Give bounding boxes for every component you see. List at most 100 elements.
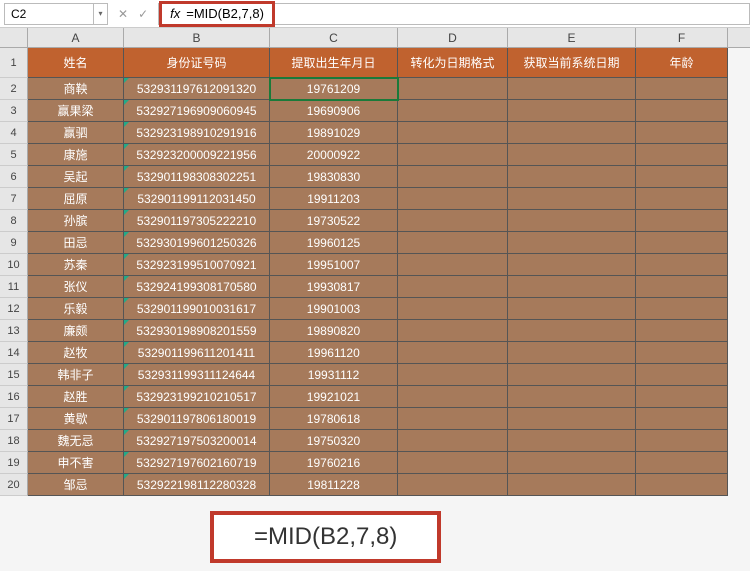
cell-empty[interactable] <box>398 474 508 496</box>
cell-id[interactable]: 532901199112031450 <box>124 188 270 210</box>
cell-empty[interactable] <box>398 100 508 122</box>
row-header[interactable]: 12 <box>0 298 28 320</box>
cell-empty[interactable] <box>636 342 728 364</box>
cell-id[interactable]: 532924199308170580 <box>124 276 270 298</box>
cell-empty[interactable] <box>508 232 636 254</box>
cell-birthdate[interactable]: 19690906 <box>270 100 398 122</box>
cell-empty[interactable] <box>398 166 508 188</box>
cell-empty[interactable] <box>508 364 636 386</box>
cell-name[interactable]: 魏无忌 <box>28 430 124 452</box>
cell-empty[interactable] <box>508 210 636 232</box>
cell-name[interactable]: 田忌 <box>28 232 124 254</box>
cell-empty[interactable] <box>636 210 728 232</box>
cell-empty[interactable] <box>508 276 636 298</box>
cell-id[interactable]: 532901198308302251 <box>124 166 270 188</box>
cell-empty[interactable] <box>398 254 508 276</box>
col-header-C[interactable]: C <box>270 28 398 47</box>
cell-name[interactable]: 申不害 <box>28 452 124 474</box>
cell-empty[interactable] <box>398 320 508 342</box>
cell-empty[interactable] <box>508 100 636 122</box>
cell-birthdate[interactable]: 19901003 <box>270 298 398 320</box>
table-header[interactable]: 年龄 <box>636 48 728 78</box>
cell-name[interactable]: 赵牧 <box>28 342 124 364</box>
row-header[interactable]: 19 <box>0 452 28 474</box>
cell-empty[interactable] <box>508 386 636 408</box>
table-header[interactable]: 姓名 <box>28 48 124 78</box>
row-header[interactable]: 18 <box>0 430 28 452</box>
cell-birthdate[interactable]: 19830830 <box>270 166 398 188</box>
cancel-icon[interactable]: ✕ <box>118 7 128 21</box>
cell-name[interactable]: 商鞅 <box>28 78 124 100</box>
cell-birthdate[interactable]: 19750320 <box>270 430 398 452</box>
cell-id[interactable]: 532923200009221956 <box>124 144 270 166</box>
cell-empty[interactable] <box>398 298 508 320</box>
cell-id[interactable]: 532927196909060945 <box>124 100 270 122</box>
cell-empty[interactable] <box>398 144 508 166</box>
row-header[interactable]: 10 <box>0 254 28 276</box>
cell-empty[interactable] <box>636 364 728 386</box>
row-header[interactable]: 6 <box>0 166 28 188</box>
cell-empty[interactable] <box>398 452 508 474</box>
cell-empty[interactable] <box>636 122 728 144</box>
cell-empty[interactable] <box>398 408 508 430</box>
row-header[interactable]: 8 <box>0 210 28 232</box>
cell-empty[interactable] <box>636 408 728 430</box>
cell-name[interactable]: 赢驷 <box>28 122 124 144</box>
cell-name[interactable]: 康施 <box>28 144 124 166</box>
cell-empty[interactable] <box>398 386 508 408</box>
row-header[interactable]: 15 <box>0 364 28 386</box>
cell-id[interactable]: 532931197612091320 <box>124 78 270 100</box>
col-header-B[interactable]: B <box>124 28 270 47</box>
cell-name[interactable]: 屈原 <box>28 188 124 210</box>
cell-empty[interactable] <box>398 342 508 364</box>
cell-id[interactable]: 532901197305222210 <box>124 210 270 232</box>
cell-empty[interactable] <box>508 298 636 320</box>
cell-id[interactable]: 532901199010031617 <box>124 298 270 320</box>
cell-empty[interactable] <box>636 298 728 320</box>
cell-empty[interactable] <box>508 342 636 364</box>
cell-id[interactable]: 532927197602160719 <box>124 452 270 474</box>
cell-empty[interactable] <box>508 474 636 496</box>
cell-birthdate[interactable]: 19891029 <box>270 122 398 144</box>
cell-empty[interactable] <box>508 430 636 452</box>
cell-name[interactable]: 张仪 <box>28 276 124 298</box>
cell-name[interactable]: 韩非子 <box>28 364 124 386</box>
cell-empty[interactable] <box>508 166 636 188</box>
cell-birthdate[interactable]: 19760216 <box>270 452 398 474</box>
cell-name[interactable]: 苏秦 <box>28 254 124 276</box>
cell-empty[interactable] <box>398 188 508 210</box>
cell-id[interactable]: 532901199611201411 <box>124 342 270 364</box>
cell-id[interactable]: 532922198112280328 <box>124 474 270 496</box>
cell-id[interactable]: 532923198910291916 <box>124 122 270 144</box>
cell-empty[interactable] <box>636 386 728 408</box>
cell-empty[interactable] <box>508 188 636 210</box>
cell-id[interactable]: 532931199311124644 <box>124 364 270 386</box>
cell-empty[interactable] <box>398 430 508 452</box>
table-header[interactable]: 转化为日期格式 <box>398 48 508 78</box>
cell-birthdate[interactable]: 20000922 <box>270 144 398 166</box>
cell-birthdate[interactable]: 19930817 <box>270 276 398 298</box>
cell-empty[interactable] <box>636 144 728 166</box>
cell-id[interactable]: 532927197503200014 <box>124 430 270 452</box>
row-header[interactable]: 9 <box>0 232 28 254</box>
cell-empty[interactable] <box>398 232 508 254</box>
row-header[interactable]: 17 <box>0 408 28 430</box>
cell-empty[interactable] <box>508 122 636 144</box>
cell-id[interactable]: 532901197806180019 <box>124 408 270 430</box>
cell-birthdate[interactable]: 19811228 <box>270 474 398 496</box>
name-box[interactable]: C2 <box>4 3 94 25</box>
cell-birthdate[interactable]: 19961120 <box>270 342 398 364</box>
cell-empty[interactable] <box>508 408 636 430</box>
cell-name[interactable]: 吴起 <box>28 166 124 188</box>
cell-empty[interactable] <box>636 320 728 342</box>
row-header[interactable]: 3 <box>0 100 28 122</box>
cell-birthdate[interactable]: 19921021 <box>270 386 398 408</box>
cell-empty[interactable] <box>398 210 508 232</box>
cell-name[interactable]: 邹忌 <box>28 474 124 496</box>
cell-id[interactable]: 532930199601250326 <box>124 232 270 254</box>
cell-name[interactable]: 乐毅 <box>28 298 124 320</box>
cell-empty[interactable] <box>636 188 728 210</box>
cell-empty[interactable] <box>636 276 728 298</box>
cell-empty[interactable] <box>508 144 636 166</box>
row-header[interactable]: 20 <box>0 474 28 496</box>
